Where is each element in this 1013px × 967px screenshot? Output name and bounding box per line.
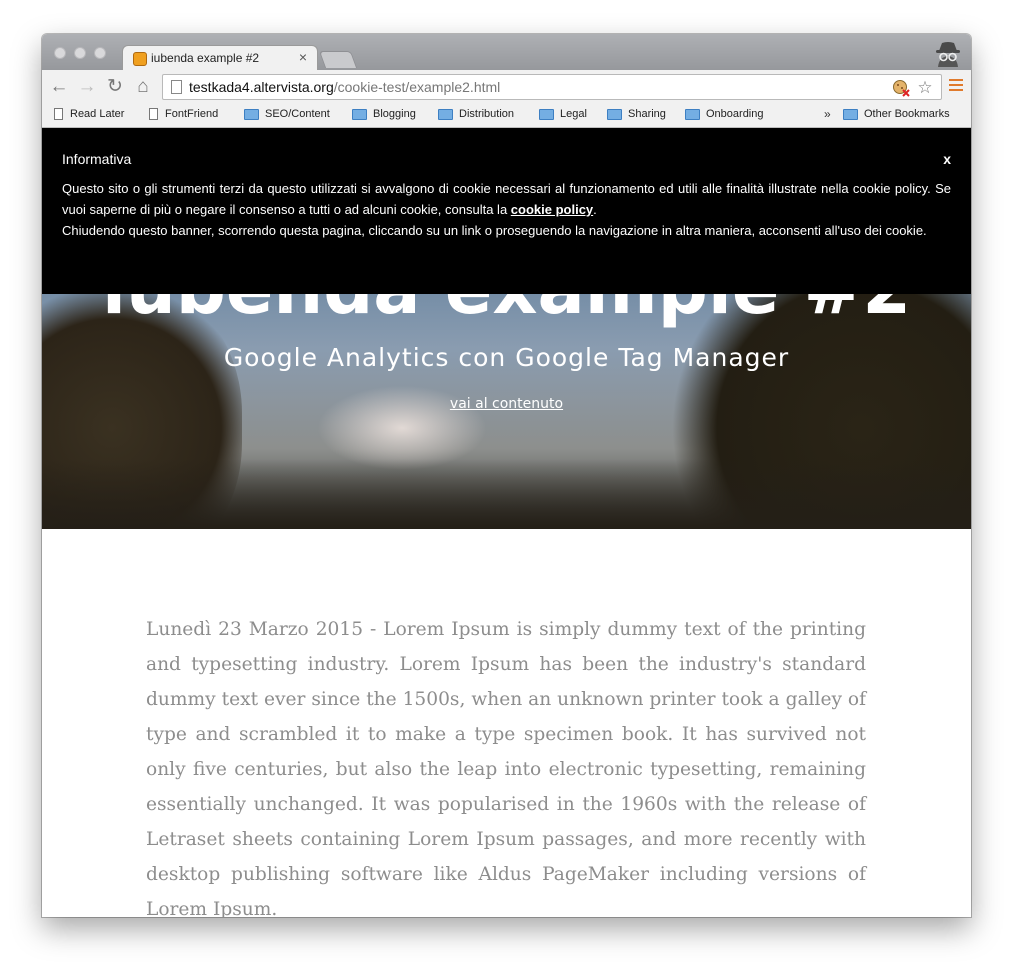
star-bookmark-icon[interactable]: ☆ <box>915 78 935 98</box>
folder-icon <box>352 108 367 120</box>
address-bar[interactable]: testkada4.altervista.org/cookie-test/exa… <box>162 74 942 100</box>
new-tab-button[interactable] <box>318 51 358 68</box>
article-paragraph: Lunedì 23 Marzo 2015 - Lorem Ipsum is si… <box>146 619 866 917</box>
title-bar: iubenda example #2 × <box>42 34 971 71</box>
bookmark-distribution[interactable]: Distribution <box>438 108 514 120</box>
folder-icon <box>685 108 700 120</box>
minimize-window-button[interactable] <box>74 47 86 59</box>
page-icon <box>171 80 182 94</box>
tab-active[interactable]: iubenda example #2 × <box>122 45 318 71</box>
site-favicon-icon <box>133 52 147 66</box>
bookmark-blogging[interactable]: Blogging <box>352 108 416 120</box>
folder-icon <box>843 108 858 120</box>
tab-close-icon[interactable]: × <box>299 49 307 65</box>
folder-icon <box>607 108 622 120</box>
page-icon <box>54 108 63 120</box>
cookie-banner-close-button[interactable]: x <box>943 151 951 167</box>
bookmarks-bar: Read Later FontFriend SEO/Content Bloggi… <box>42 104 971 128</box>
reload-icon[interactable]: ↻ <box>104 76 126 98</box>
browser-toolbar: ← → ↻ ⌂ testkada4.altervista.org/cookie-… <box>42 70 971 104</box>
cookie-policy-link[interactable]: cookie policy <box>511 202 593 217</box>
folder-icon <box>244 108 259 120</box>
bookmark-read-later[interactable]: Read Later <box>54 108 124 120</box>
forward-arrow-icon[interactable]: → <box>76 76 98 98</box>
close-window-button[interactable] <box>54 47 66 59</box>
browser-window: iubenda example #2 × ← → ↻ ⌂ testkada4.a… <box>42 34 971 917</box>
bookmark-other-bookmarks[interactable]: Other Bookmarks <box>843 108 950 120</box>
bookmark-fontfriend[interactable]: FontFriend <box>149 108 218 120</box>
bookmark-onboarding[interactable]: Onboarding <box>685 108 764 120</box>
folder-icon <box>539 108 554 120</box>
bookmark-sharing[interactable]: Sharing <box>607 108 666 120</box>
cookie-banner-text: Questo sito o gli strumenti terzi da que… <box>62 181 951 238</box>
menu-icon[interactable] <box>949 79 963 93</box>
incognito-icon <box>936 42 960 67</box>
bookmark-seo-content[interactable]: SEO/Content <box>244 108 330 120</box>
bookmarks-overflow-button[interactable]: » <box>824 107 831 121</box>
cookie-banner: Informativa x Questo sito o gli strument… <box>42 128 971 294</box>
url-text[interactable]: testkada4.altervista.org/cookie-test/exa… <box>189 79 500 95</box>
back-arrow-icon[interactable]: ← <box>48 76 70 98</box>
site-subtitle: Google Analytics con Google Tag Manager <box>223 343 790 372</box>
cookie-banner-title: Informativa <box>62 151 132 167</box>
tab-title: iubenda example #2 <box>151 51 260 65</box>
bookmark-legal[interactable]: Legal <box>539 108 587 120</box>
skip-to-content-link[interactable]: vai al contenuto <box>42 396 971 412</box>
folder-icon <box>438 108 453 120</box>
page-icon <box>149 108 158 120</box>
cookie-blocked-icon[interactable] <box>891 78 911 98</box>
home-icon[interactable]: ⌂ <box>132 76 154 98</box>
zoom-window-button[interactable] <box>94 47 106 59</box>
